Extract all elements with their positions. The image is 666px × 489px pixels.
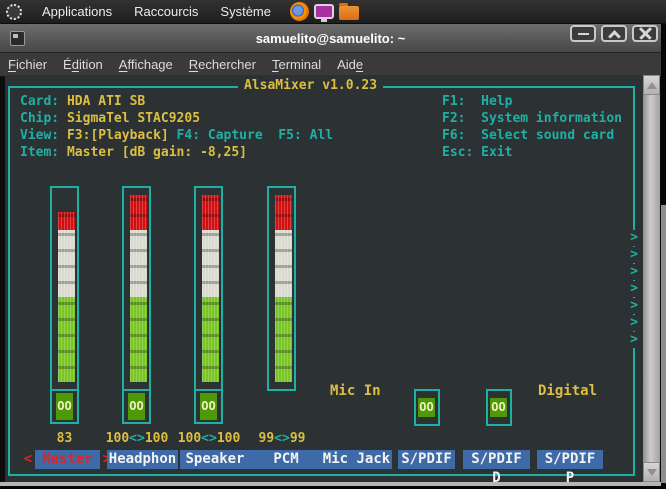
more-right-icon: > <box>627 230 641 246</box>
channel-mic-jack[interactable]: Mic Jack <box>321 450 392 469</box>
switch-divider <box>122 389 151 391</box>
bar-segment-white <box>275 230 292 297</box>
more-right-icon: > <box>627 298 641 314</box>
chip-line: Chip: SigmaTel STAC9205 <box>20 111 200 127</box>
panel-launchers <box>290 2 359 21</box>
bar-segment-red <box>202 195 219 230</box>
maximize-icon <box>608 30 621 43</box>
bar-segment-green <box>202 297 219 382</box>
more-right-icon: > <box>627 281 641 297</box>
bar-segment-red <box>130 195 147 230</box>
view-line: View: F3:[Playback] F4: Capture F5: All <box>20 128 333 144</box>
help-f6: F6: Select sound card <box>442 128 614 144</box>
bar-segment-green <box>130 297 147 382</box>
menu-fichier[interactable]: Fichier <box>0 57 55 72</box>
volume-bar-pcm[interactable] <box>267 186 296 391</box>
value-headphone: 100<>100 <box>105 431 169 447</box>
terminal-screen[interactable]: AlsaMixer v1.0.23 Card: HDA ATI SB Chip:… <box>5 75 643 482</box>
close-button[interactable] <box>632 25 658 42</box>
scroll-up-button[interactable] <box>643 75 660 95</box>
volume-column <box>275 195 292 382</box>
more-right-icon: > <box>627 264 641 280</box>
folder-icon[interactable] <box>339 6 359 20</box>
card-line: Card: HDA ATI SB <box>20 94 145 110</box>
top-panel: Applications Raccourcis Système <box>0 0 666 24</box>
desktop: Applications Raccourcis Système samuelit… <box>0 0 666 489</box>
firefox-icon[interactable] <box>290 2 309 21</box>
digital-value: Digital <box>538 383 597 399</box>
triangle-up-icon <box>647 82 657 89</box>
bar-segment-green <box>58 297 75 382</box>
mute-switch-headphone[interactable]: OO <box>128 393 145 420</box>
menu-edition[interactable]: Édition <box>55 57 111 72</box>
window-bottom-edge <box>0 482 661 486</box>
bar-segment-white <box>202 230 219 297</box>
volume-column <box>202 195 219 382</box>
bar-segment-green <box>275 297 292 382</box>
triangle-down-icon <box>647 469 657 476</box>
switch-state: OO <box>418 398 435 417</box>
bar-segment-red <box>58 212 75 230</box>
volume-bar-headphone[interactable]: OO <box>122 186 151 424</box>
panel-menu-systeme[interactable]: Système <box>209 0 282 24</box>
more-right-icon: > <box>627 315 641 331</box>
panel-menu-raccourcis[interactable]: Raccourcis <box>123 0 209 24</box>
menu-terminal[interactable]: Terminal <box>264 57 329 72</box>
minimize-button[interactable] <box>570 25 596 42</box>
channel-speaker[interactable]: Speaker <box>180 450 250 469</box>
help-esc: Esc: Exit <box>442 145 512 161</box>
scrollbar[interactable] <box>643 75 660 482</box>
distro-logo-icon[interactable] <box>6 4 22 20</box>
value-speaker: 100<>100 <box>177 431 241 447</box>
more-right-icon: > <box>627 247 641 263</box>
channel-spdif-d[interactable]: S/PDIF D <box>463 450 530 469</box>
menu-rechercher[interactable]: Rechercher <box>181 57 264 72</box>
scroll-down-button[interactable] <box>643 462 660 482</box>
volume-column <box>130 195 147 382</box>
bar-segment-red <box>275 195 292 230</box>
spdif-d-switch[interactable]: OO <box>486 389 512 426</box>
volume-column <box>58 212 75 382</box>
volume-bar-speaker[interactable]: OO <box>194 186 223 424</box>
channel-spdif[interactable]: S/PDIF <box>398 450 455 469</box>
channel-spdif-p[interactable]: S/PDIF P <box>537 450 603 469</box>
item-line: Item: Master [dB gain: -8,25] <box>20 145 247 161</box>
close-icon <box>639 27 652 40</box>
channel-pcm[interactable]: PCM <box>250 450 322 469</box>
alsamixer-title: AlsaMixer v1.0.23 <box>238 78 383 93</box>
background-window-edge <box>661 205 666 483</box>
bar-segment-white <box>130 230 147 297</box>
value-master: 83 <box>50 431 79 447</box>
window-controls <box>570 25 658 42</box>
more-right-icon: > <box>627 332 641 348</box>
spdif-switch[interactable]: OO <box>414 389 440 426</box>
switch-divider <box>194 389 223 391</box>
terminal-menubar: Fichier Édition Affichage Rechercher Ter… <box>0 53 661 77</box>
window-title: samuelito@samuelito: ~ <box>0 31 661 46</box>
panel-menu-applications[interactable]: Applications <box>31 0 123 24</box>
volume-bar-master[interactable]: OO <box>50 186 79 424</box>
display-icon[interactable] <box>314 4 334 19</box>
mute-switch-speaker[interactable]: OO <box>200 393 217 420</box>
help-f1: F1: Help <box>442 94 512 110</box>
terminal-window: samuelito@samuelito: ~ Fichier Édition A… <box>0 24 661 486</box>
mute-switch-master[interactable]: OO <box>56 393 73 420</box>
channel-master[interactable]: Master <box>35 450 100 469</box>
mic-jack-value: Mic In <box>330 383 381 399</box>
help-f2: F2: System information <box>442 111 622 127</box>
maximize-button[interactable] <box>601 25 627 42</box>
menu-aide[interactable]: Aide <box>329 57 371 72</box>
channel-headphone[interactable]: Headphon <box>107 450 178 469</box>
value-pcm: 99<>99 <box>254 431 310 447</box>
minimize-icon <box>578 33 589 35</box>
menu-affichage[interactable]: Affichage <box>111 57 181 72</box>
window-titlebar[interactable]: samuelito@samuelito: ~ <box>0 24 661 53</box>
selected-left-arrow-icon: < <box>22 450 34 469</box>
bar-segment-white <box>58 230 75 297</box>
switch-divider <box>50 389 79 391</box>
switch-state: OO <box>490 398 507 417</box>
